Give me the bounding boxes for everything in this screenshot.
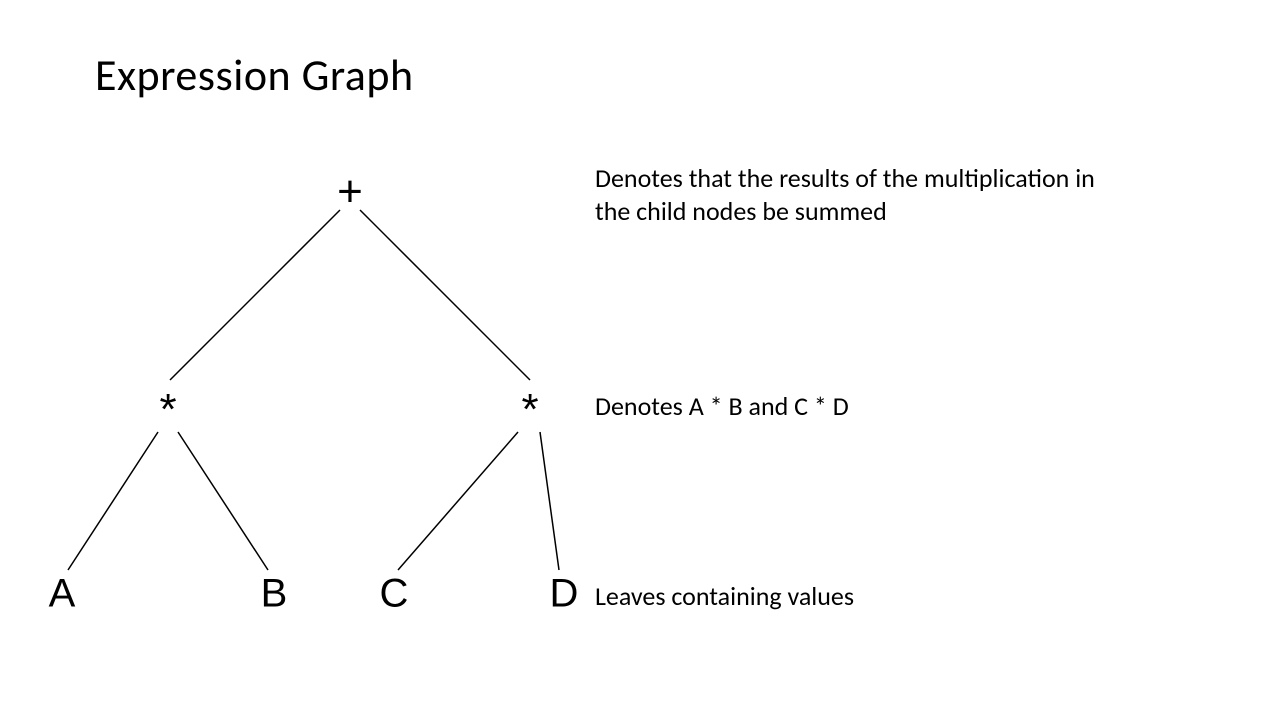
page-title: Expression Graph xyxy=(95,48,414,102)
node-plus: + xyxy=(337,167,363,217)
node-leaf-a: A xyxy=(49,572,76,617)
node-leaf-c: C xyxy=(380,572,409,617)
annotation-root: Denotes that the results of the multipli… xyxy=(595,162,1095,227)
expression-tree: + * * A B C D xyxy=(40,150,600,660)
node-leaf-d: D xyxy=(550,572,579,617)
tree-edges xyxy=(40,150,600,660)
node-mul-left: * xyxy=(159,385,176,435)
node-leaf-b: B xyxy=(261,572,288,617)
annotation-leaf: Leaves containing values xyxy=(595,580,854,613)
annotation-mul: Denotes A * B and C * D xyxy=(595,390,849,423)
node-mul-right: * xyxy=(521,385,538,435)
